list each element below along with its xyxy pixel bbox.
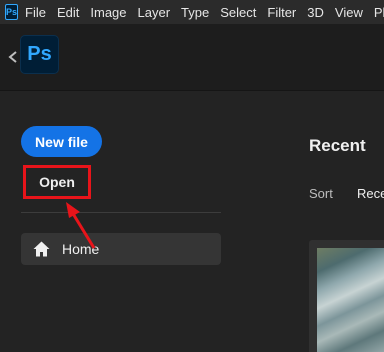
sidebar-divider — [21, 212, 221, 213]
menu-view[interactable]: View — [335, 5, 363, 20]
menu-3d[interactable]: 3D — [307, 5, 324, 20]
sort-label: Sort — [309, 186, 333, 201]
menu-file[interactable]: File — [25, 5, 46, 20]
photoshop-app-icon[interactable]: Ps — [5, 4, 19, 20]
annotation-arrow — [66, 202, 96, 249]
recent-heading: Recent — [309, 136, 366, 155]
menu-filter[interactable]: Filter — [267, 5, 296, 20]
menu-select[interactable]: Select — [220, 5, 256, 20]
home-icon — [33, 241, 50, 257]
app-header: Ps — [0, 24, 384, 91]
menu-plugins[interactable]: Plug — [374, 5, 384, 20]
menu-bar: Ps File Edit Image Layer Type Select Fil… — [0, 0, 384, 24]
menu-edit[interactable]: Edit — [57, 5, 79, 20]
menu-type[interactable]: Type — [181, 5, 209, 20]
thumbnail-image — [317, 248, 384, 352]
sort-dropdown[interactable]: Rece — [357, 186, 384, 201]
new-file-button[interactable]: New file — [21, 126, 102, 157]
photoshop-logo: Ps — [20, 35, 59, 74]
menu-image[interactable]: Image — [90, 5, 126, 20]
chevron-left-icon[interactable] — [7, 50, 19, 64]
sidebar-item-home[interactable]: Home — [21, 233, 221, 265]
recent-file-thumbnail[interactable] — [309, 240, 384, 352]
open-button[interactable]: Open — [23, 165, 91, 199]
menu-layer[interactable]: Layer — [138, 5, 171, 20]
